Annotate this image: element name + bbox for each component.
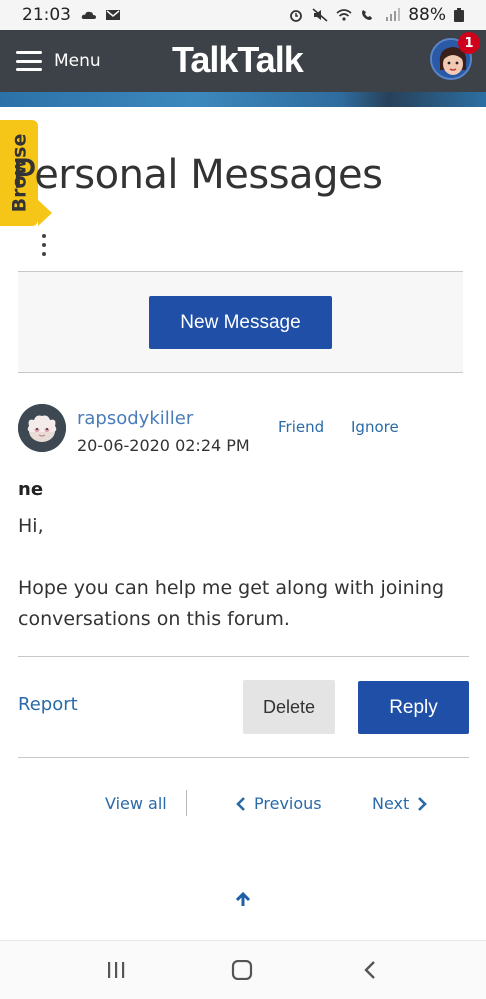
next-link[interactable]: Next: [372, 794, 428, 813]
reply-button[interactable]: Reply: [358, 681, 469, 734]
wifi-calling-icon: [362, 10, 373, 20]
mail-icon: [106, 10, 120, 20]
cloud-icon: [81, 11, 96, 19]
previous-label: Previous: [254, 794, 322, 813]
home-button[interactable]: [227, 957, 257, 983]
alarm-icon: [290, 10, 303, 22]
pager-separator: [186, 790, 187, 816]
divider: [18, 757, 469, 758]
view-all-link[interactable]: View all: [105, 794, 167, 813]
mute-icon: [312, 8, 328, 22]
signal-icon: [386, 8, 401, 21]
status-right-icons: 88%: [288, 5, 464, 25]
battery-percent: 88%: [408, 5, 446, 25]
message-date: 20-06-2020 02:24 PM: [77, 436, 250, 455]
menu-button[interactable]: Menu: [16, 51, 101, 71]
user-avatar-button[interactable]: 1: [430, 32, 480, 82]
battery-icon: [454, 8, 464, 22]
author-username[interactable]: rapsodykiller: [77, 408, 193, 429]
previous-link[interactable]: Previous: [236, 794, 322, 813]
message-body-text: Hope you can help me get along with join…: [18, 577, 445, 630]
more-options-icon[interactable]: [40, 234, 48, 256]
recent-apps-icon: [108, 962, 125, 978]
wifi-icon: [336, 9, 352, 21]
author-avatar[interactable]: [18, 404, 66, 452]
chevron-left-icon: [236, 796, 245, 811]
scroll-to-top-icon[interactable]: [234, 891, 252, 909]
system-nav-bar: [0, 941, 486, 999]
divider: [18, 656, 469, 657]
hero-banner-strip: [0, 92, 486, 107]
talktalk-logo[interactable]: TalkTalk: [172, 39, 304, 81]
delete-button[interactable]: Delete: [243, 680, 335, 734]
status-time: 21:03: [22, 5, 71, 25]
message-greeting: Hi,: [18, 515, 44, 537]
status-left-icons: [81, 8, 121, 22]
next-label: Next: [372, 794, 410, 813]
menu-label: Menu: [54, 51, 101, 71]
chevron-right-icon: [418, 796, 428, 811]
back-icon: [364, 961, 375, 979]
author-avatar-icon: [18, 404, 66, 452]
status-bar: 21:03 88%: [0, 0, 486, 30]
notification-badge: 1: [458, 32, 480, 54]
ignore-link[interactable]: Ignore: [351, 418, 399, 436]
page-title: Personal Messages: [12, 152, 383, 198]
home-icon: [231, 960, 253, 980]
friend-link[interactable]: Friend: [278, 418, 324, 436]
message-subject: ne: [18, 479, 44, 500]
back-button[interactable]: [355, 957, 385, 983]
message-body: Hi, Hope you can help me get along with …: [18, 511, 468, 635]
new-message-button[interactable]: New Message: [149, 296, 332, 349]
report-link[interactable]: Report: [18, 694, 78, 715]
recent-apps-button[interactable]: [101, 957, 131, 983]
hamburger-icon: [16, 51, 42, 71]
site-header: Menu TalkTalk 1: [0, 30, 486, 92]
